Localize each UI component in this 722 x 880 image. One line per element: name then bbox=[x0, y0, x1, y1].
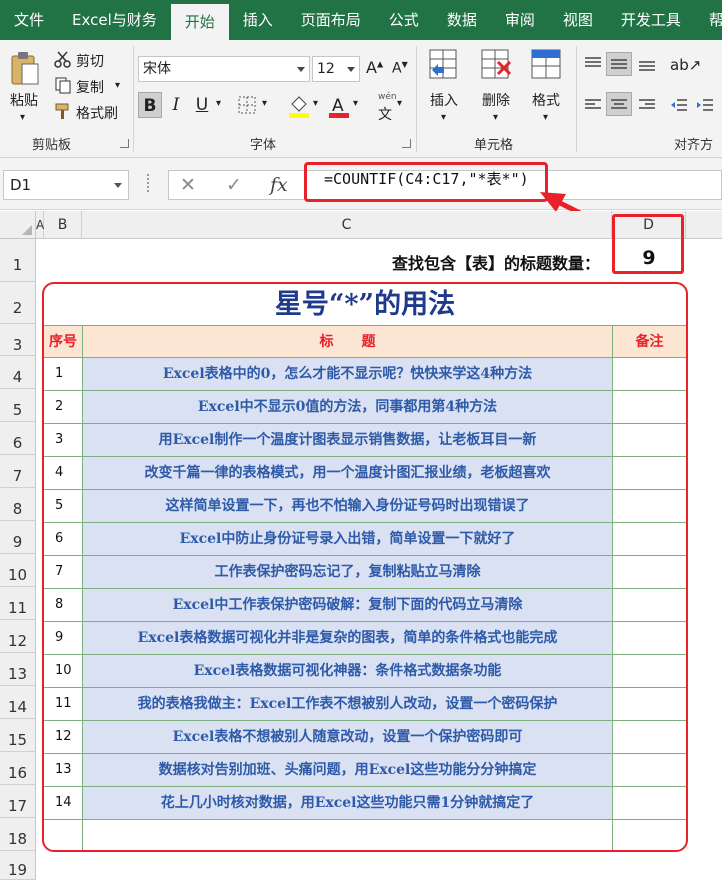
row-header-10[interactable]: 10 bbox=[0, 554, 36, 587]
row-header-16[interactable]: 16 bbox=[0, 752, 36, 785]
row-number: 2 bbox=[55, 399, 64, 414]
row-number: 12 bbox=[55, 729, 72, 744]
header-title: 标 题 bbox=[319, 334, 376, 350]
row-number: 5 bbox=[55, 498, 64, 513]
divider bbox=[612, 326, 613, 850]
row-number: 1 bbox=[55, 366, 64, 381]
row-number: 3 bbox=[55, 432, 64, 447]
table-row[interactable]: 7 工作表保护密码忘记了，复制粘贴立马清除 bbox=[44, 556, 686, 589]
divider bbox=[82, 326, 83, 850]
row-title: Excel表格数据可视化并非是复杂的图表，简单的条件格式也能完成 bbox=[83, 622, 612, 654]
table-row[interactable]: 14 花上几小时核对数据，用Excel这些功能只需1分钟就搞定了 bbox=[44, 787, 686, 820]
table-header-row: 序号 标 题 备注 bbox=[44, 326, 686, 358]
row-number: 14 bbox=[55, 795, 72, 810]
row-header-2[interactable]: 2 bbox=[0, 282, 36, 324]
table-row[interactable]: 1 Excel表格中的0，怎么才能不显示呢？快快来学这4种方法 bbox=[44, 358, 686, 391]
row-title: 工作表保护密码忘记了，复制粘贴立马清除 bbox=[83, 556, 612, 588]
data-table: 星号“*”的用法 序号 标 题 备注 1 Excel表格中的0，怎么才能不显示呢？… bbox=[42, 282, 688, 852]
row-header-12[interactable]: 12 bbox=[0, 620, 36, 653]
row-header-7[interactable]: 7 bbox=[0, 455, 36, 488]
table-row[interactable]: 11 我的表格我做主：Excel工作表不想被别人改动，设置一个密码保护 bbox=[44, 688, 686, 721]
row-title: 这样简单设置一下，再也不怕输入身份证号码时出现错误了 bbox=[83, 490, 612, 522]
row-header-13[interactable]: 13 bbox=[0, 653, 36, 686]
row-title: Excel中工作表保护密码破解：复制下面的代码立马清除 bbox=[83, 589, 612, 621]
row-header-3[interactable]: 3 bbox=[0, 324, 36, 356]
row-title: Excel中不显示0值的方法，同事都用第4种方法 bbox=[83, 391, 612, 423]
row-header-19[interactable]: 19 bbox=[0, 851, 36, 880]
row-number: 7 bbox=[55, 564, 64, 579]
row-title: 花上几小时核对数据，用Excel这些功能只需1分钟就搞定了 bbox=[83, 787, 612, 819]
row-title: 我的表格我做主：Excel工作表不想被别人改动，设置一个密码保护 bbox=[83, 688, 612, 720]
column-header-a[interactable]: A bbox=[36, 211, 44, 239]
row-title: Excel表格不想被别人随意改动，设置一个保护密码即可 bbox=[83, 721, 612, 753]
table-row-empty[interactable] bbox=[44, 820, 686, 850]
select-all-button[interactable] bbox=[0, 211, 36, 239]
table-row[interactable]: 10 Excel表格数据可视化神器：条件格式数据条功能 bbox=[44, 655, 686, 688]
row-header-4[interactable]: 4 bbox=[0, 356, 36, 389]
row-header-14[interactable]: 14 bbox=[0, 686, 36, 719]
row-title: 用Excel制作一个温度计图表显示销售数据，让老板耳目一新 bbox=[83, 424, 612, 456]
row-number: 4 bbox=[55, 465, 64, 480]
row-number: 13 bbox=[55, 762, 72, 777]
row-title: Excel表格数据可视化神器：条件格式数据条功能 bbox=[83, 655, 612, 687]
table-row[interactable]: 13 数据核对告别加班、头痛问题，用Excel这些功能分分钟搞定 bbox=[44, 754, 686, 787]
table-row[interactable]: 9 Excel表格数据可视化并非是复杂的图表，简单的条件格式也能完成 bbox=[44, 622, 686, 655]
header-no: 序号 bbox=[49, 334, 77, 350]
table-row[interactable]: 8 Excel中工作表保护密码破解：复制下面的代码立马清除 bbox=[44, 589, 686, 622]
table-row[interactable]: 3 用Excel制作一个温度计图表显示销售数据，让老板耳目一新 bbox=[44, 424, 686, 457]
row-number: 9 bbox=[55, 630, 64, 645]
row-header-1[interactable]: 1 bbox=[0, 239, 36, 282]
row-title: Excel表格中的0，怎么才能不显示呢？快快来学这4种方法 bbox=[83, 358, 612, 390]
row-header-17[interactable]: 17 bbox=[0, 785, 36, 818]
header-note: 备注 bbox=[635, 334, 664, 350]
table-row[interactable]: 5 这样简单设置一下，再也不怕输入身份证号码时出现错误了 bbox=[44, 490, 686, 523]
row-number: 11 bbox=[55, 696, 72, 711]
row-title: 改变千篇一律的表格模式，用一个温度计图汇报业绩，老板超喜欢 bbox=[83, 457, 612, 489]
row-header-8[interactable]: 8 bbox=[0, 488, 36, 521]
row-title: Excel中防止身份证号录入出错，简单设置一下就好了 bbox=[83, 523, 612, 555]
table-row[interactable]: 4 改变千篇一律的表格模式，用一个温度计图汇报业绩，老板超喜欢 bbox=[44, 457, 686, 490]
table-row[interactable]: 12 Excel表格不想被别人随意改动，设置一个保护密码即可 bbox=[44, 721, 686, 754]
row-header-15[interactable]: 15 bbox=[0, 719, 36, 752]
table-title: 星号“*”的用法 bbox=[44, 284, 686, 326]
row-header-9[interactable]: 9 bbox=[0, 521, 36, 554]
column-header-c[interactable]: C bbox=[82, 211, 612, 239]
row-title: 数据核对告别加班、头痛问题，用Excel这些功能分分钟搞定 bbox=[83, 754, 612, 786]
row-number: 10 bbox=[55, 663, 72, 678]
row-header-18[interactable]: 18 bbox=[0, 818, 36, 851]
result-highlight-box bbox=[612, 214, 684, 274]
row-header-11[interactable]: 11 bbox=[0, 587, 36, 620]
row-header-6[interactable]: 6 bbox=[0, 422, 36, 455]
column-header-e[interactable] bbox=[686, 211, 722, 239]
column-header-b[interactable]: B bbox=[44, 211, 82, 239]
row-number: 8 bbox=[55, 597, 64, 612]
row-number: 6 bbox=[55, 531, 64, 546]
table-row[interactable]: 2 Excel中不显示0值的方法，同事都用第4种方法 bbox=[44, 391, 686, 424]
row-header-5[interactable]: 5 bbox=[0, 389, 36, 422]
count-label: 查找包含【表】的标题数量： bbox=[391, 254, 600, 273]
table-row[interactable]: 6 Excel中防止身份证号录入出错，简单设置一下就好了 bbox=[44, 523, 686, 556]
